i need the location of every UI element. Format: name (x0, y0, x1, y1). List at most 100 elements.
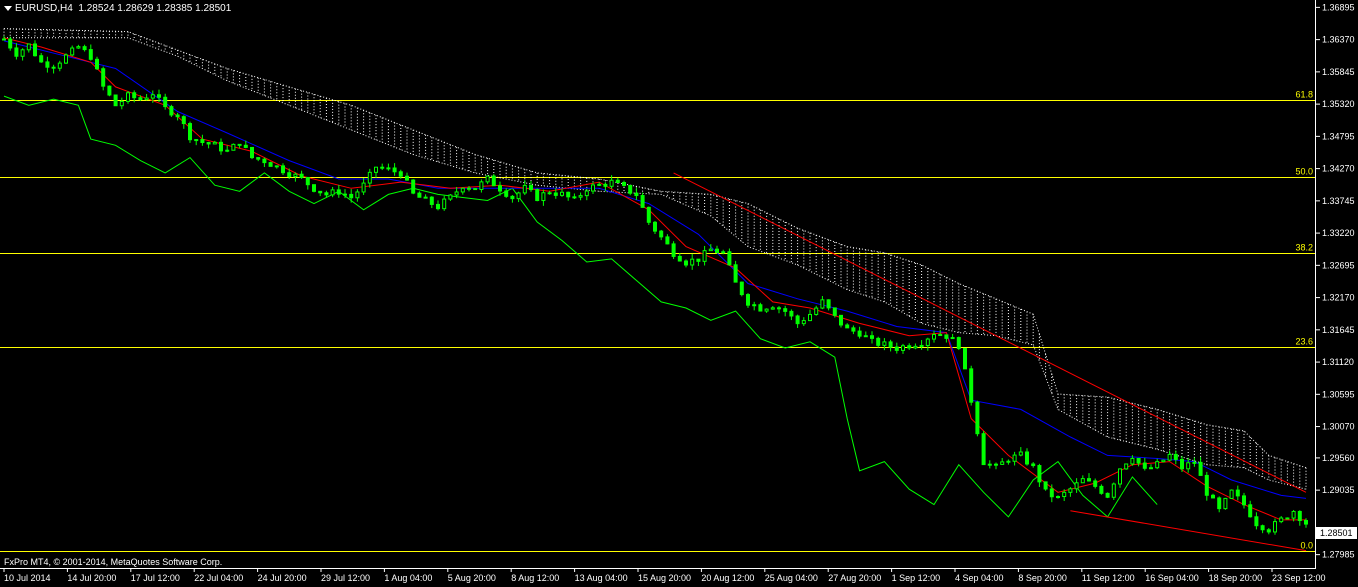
candle-body (181, 116, 186, 125)
candle-body (690, 258, 695, 266)
candle-body (1037, 465, 1042, 483)
candle-body (88, 49, 93, 60)
candle-body (808, 313, 812, 322)
candle-body (330, 189, 335, 196)
candle-body (770, 307, 775, 310)
candle-body (318, 190, 323, 194)
candle-body (845, 324, 850, 329)
candle-body (894, 346, 899, 351)
price-tick-label: 1.34795 (1322, 131, 1355, 141)
candle-body (1204, 474, 1209, 496)
candle-body (634, 192, 639, 197)
fib-level-label: 50.0 (1295, 167, 1313, 177)
candle-body (578, 195, 583, 198)
candle-body (826, 299, 831, 309)
candle-body (113, 94, 118, 107)
candle-body (615, 179, 620, 184)
copyright-label: FxPro MT4, © 2001-2014, MetaQuotes Softw… (4, 557, 223, 567)
candle-body (572, 196, 577, 199)
candle-body (274, 165, 279, 168)
candle-body (398, 171, 403, 177)
candle-body (1056, 496, 1060, 499)
candle-body (336, 189, 341, 195)
candle-body (411, 179, 416, 194)
candle-body (1186, 462, 1191, 470)
candle-body (442, 198, 447, 210)
candle-body (907, 345, 912, 349)
candle-body (243, 144, 248, 148)
candle-body (1229, 489, 1234, 499)
price-tick-label: 1.34270 (1322, 164, 1355, 174)
candle-body (1273, 521, 1277, 533)
candle-body (1068, 488, 1073, 493)
candle-body (1062, 491, 1067, 498)
candle-body (380, 166, 385, 169)
candle-body (305, 176, 310, 186)
candle-body (994, 463, 998, 466)
candle-body (405, 175, 409, 181)
price-tick-label: 1.27985 (1322, 550, 1355, 560)
candle-body (2, 38, 6, 41)
candle-body (702, 250, 707, 262)
candle-body (448, 194, 453, 200)
candle-body (715, 248, 719, 254)
candle-body (256, 157, 261, 160)
candle-body (268, 162, 273, 167)
candle-body (777, 307, 781, 310)
price-tick-label: 1.29035 (1322, 485, 1355, 495)
fib-level-label: 0.0 (1300, 541, 1313, 551)
fib-level-label: 23.6 (1295, 337, 1313, 347)
candle-body (646, 206, 651, 223)
candle-body (417, 192, 422, 198)
candle-body (671, 243, 676, 257)
time-tick-label: 24 Jul 20:00 (258, 573, 307, 583)
candle-body (1049, 488, 1054, 498)
candle-body (950, 337, 955, 340)
candle-body (628, 184, 633, 194)
candle-body (1093, 480, 1098, 487)
dropdown-triangle-icon[interactable] (4, 5, 12, 11)
candle-body (1136, 457, 1141, 464)
candle-body (374, 166, 378, 173)
time-tick-label: 1 Sep 12:00 (892, 573, 941, 583)
price-tick-label: 1.36895 (1322, 2, 1355, 12)
candle-body (1304, 520, 1308, 525)
candle-body (1161, 459, 1166, 463)
candle-body (14, 47, 19, 57)
candle-body (566, 191, 571, 198)
candle-body (640, 195, 645, 208)
time-tick-label: 25 Aug 04:00 (765, 573, 818, 583)
candle-body (498, 185, 502, 192)
candle-body (281, 165, 285, 174)
candle-body (727, 251, 732, 266)
candle-body (938, 334, 943, 337)
time-tick-label: 15 Aug 20:00 (638, 573, 691, 583)
candle-body (467, 187, 471, 190)
candle-body (250, 146, 254, 159)
candle-body (392, 167, 397, 173)
candle-body (1099, 485, 1104, 494)
candle-body (708, 248, 713, 252)
symbol-label: EURUSD,H4 (15, 3, 73, 14)
price-chart[interactable]: 61.8 50.0 38.2 23.6 0.0 1.36895 1.36370 1.3584… (0, 0, 1358, 587)
price-tick-label: 1.32170 (1322, 293, 1355, 303)
candle-body (522, 184, 527, 194)
candle-body (721, 251, 726, 254)
candle-body (206, 142, 211, 145)
candle-body (1149, 467, 1153, 470)
candle-body (547, 192, 552, 195)
candle-body (1192, 461, 1197, 464)
candle-body (541, 192, 546, 202)
candle-body (82, 46, 87, 51)
candle-body (454, 191, 459, 196)
candle-body (987, 463, 992, 466)
candle-body (1155, 461, 1160, 469)
time-tick-label: 4 Sep 04:00 (955, 573, 1004, 583)
candle-body (1012, 454, 1017, 462)
candle-body (1043, 481, 1048, 490)
candle-body (591, 184, 595, 192)
fib-level-label: 61.8 (1295, 90, 1313, 100)
candle-body (45, 61, 50, 68)
time-tick-label: 14 Jul 20:00 (67, 573, 116, 583)
candle-body (33, 43, 37, 57)
